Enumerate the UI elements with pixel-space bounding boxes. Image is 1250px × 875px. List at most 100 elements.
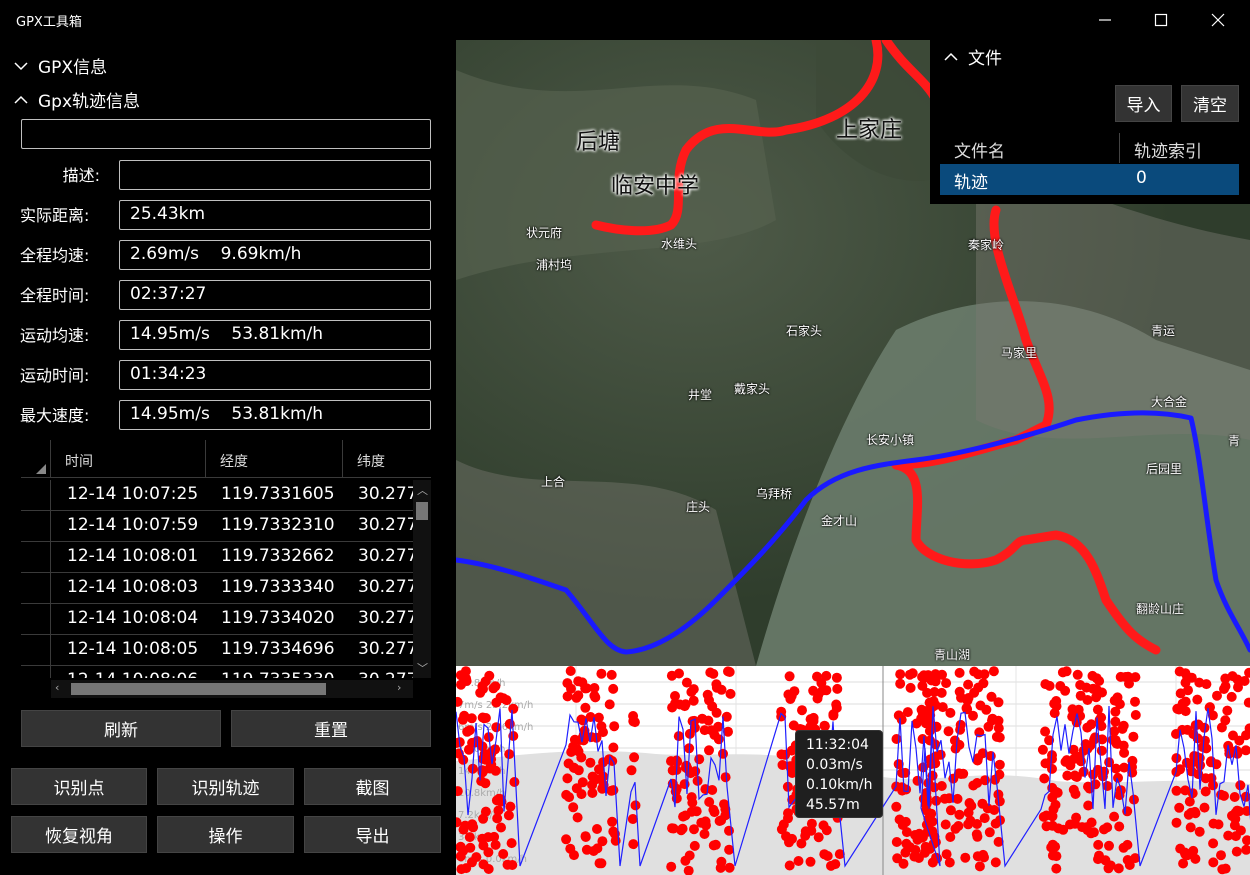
table-row[interactable]: 12-14 10:07:25 119.7331605 30.277 [21,480,413,511]
file-row[interactable]: 轨迹 0 [940,164,1239,195]
maximize-button[interactable] [1133,0,1189,40]
cell-longitude: 119.7335330 [221,670,335,678]
table-row[interactable]: 12-14 10:07:59 119.7332310 30.277 [21,511,413,542]
row-header[interactable] [21,542,51,573]
section-track-info[interactable]: Gpx轨迹信息 [12,87,140,112]
row-header[interactable] [21,666,51,678]
vertical-scroll-thumb[interactable] [416,502,428,520]
description-input[interactable] [119,160,431,190]
speed-point [1189,806,1200,817]
speed-point [1047,811,1058,822]
close-button[interactable] [1190,0,1246,40]
track-name-input[interactable] [21,119,431,149]
total-time-field[interactable]: 02:37:27 [119,280,431,310]
import-button[interactable]: 导入 [1115,85,1172,122]
speed-point [945,805,956,816]
table-row[interactable]: 12-14 10:08:06 119.7335330 30.277 [21,666,413,678]
speed-point [1096,745,1107,756]
speed-point [498,693,509,704]
column-header-time[interactable]: 时间 [51,440,206,478]
speed-point [895,669,906,680]
speed-point [1044,680,1055,691]
speed-point [725,688,736,699]
scroll-left-icon[interactable]: ‹ [55,681,59,694]
table-vertical-scrollbar[interactable]: ︿ ﹀ [413,480,431,678]
cell-longitude: 119.7333340 [221,577,335,597]
row-header[interactable] [21,635,51,666]
speed-point [1174,802,1185,813]
speed-point [974,861,985,872]
speed-point [467,819,478,830]
speed-point [797,705,807,716]
column-header-filename[interactable]: 文件名 [940,133,1120,163]
speed-point [891,801,902,812]
speed-point [609,721,620,732]
table-row[interactable]: 12-14 10:08:05 119.7334696 30.277 [21,635,413,666]
speed-point [1130,696,1140,707]
scroll-right-icon[interactable]: › [397,681,401,694]
speed-point [1199,802,1210,813]
speed-point [1220,673,1231,684]
speed-point [687,797,698,808]
export-button[interactable]: 导出 [304,816,441,853]
cell-longitude: 119.7332310 [221,515,335,535]
map-label: 庄头 [686,500,711,514]
scroll-down-icon[interactable]: ﹀ [417,660,428,676]
speed-point [962,695,973,706]
map-label: 上家庄 [836,118,903,143]
file-panel-header[interactable]: 文件 [942,44,1002,69]
avg-speed-field[interactable]: 2.69m/s 9.69km/h [119,240,431,270]
section-gpx-info[interactable]: GPX信息 [12,53,107,78]
clear-button[interactable]: 清空 [1181,85,1239,122]
screenshot-button[interactable]: 截图 [304,768,441,805]
speed-point [1083,800,1094,811]
table-row[interactable]: 12-14 10:08:04 119.7334020 30.277 [21,604,413,635]
file-name-cell: 轨迹 [954,173,988,193]
max-speed-field[interactable]: 14.95m/s 53.81km/h [119,400,431,430]
select-all-corner[interactable] [21,440,51,478]
speed-point [576,752,587,763]
speed-point [1226,691,1237,702]
distance-field[interactable]: 25.43km [119,200,431,230]
horizontal-scroll-thumb[interactable] [71,683,326,695]
speed-point [720,810,731,821]
speed-point [891,837,902,847]
speed-point [1040,726,1051,737]
row-header[interactable] [21,511,51,542]
scroll-up-icon[interactable]: ︿ [417,482,428,498]
minimize-button[interactable] [1077,0,1133,40]
row-header[interactable] [21,480,51,511]
speed-point [895,678,906,689]
speed-point [936,781,947,791]
tooltip-speed-kmh: 0.10km/h [806,777,873,793]
column-header-latitude[interactable]: 纬度 [343,440,431,478]
refresh-button[interactable]: 刷新 [21,710,221,747]
restore-view-button[interactable]: 恢复视角 [11,816,147,853]
speed-point [704,745,714,756]
speed-point [592,824,602,834]
column-header-track-index[interactable]: 轨迹索引 [1120,133,1239,163]
field-label-moving-speed: 运动均速: [20,326,90,345]
speed-point [580,831,591,842]
reset-button[interactable]: 重置 [231,710,431,747]
detect-points-button[interactable]: 识别点 [11,768,147,805]
speed-point [573,765,584,776]
speed-point [466,713,477,724]
cell-longitude: 119.7332662 [221,546,335,566]
row-header[interactable] [21,604,51,635]
table-row[interactable]: 12-14 10:08:01 119.7332662 30.277 [21,542,413,573]
table-horizontal-scrollbar[interactable]: ‹ › [51,680,413,698]
row-header[interactable] [21,573,51,604]
map-label: 上合 [541,475,566,489]
detect-track-button[interactable]: 识别轨迹 [157,768,294,805]
speed-point [686,687,697,697]
speed-point [1102,781,1113,791]
cell-time: 12-14 10:07:59 [67,515,199,535]
operate-button[interactable]: 操作 [157,816,294,853]
column-header-longitude[interactable]: 经度 [206,440,343,478]
moving-time-field[interactable]: 01:34:23 [119,360,431,390]
speed-point [968,780,979,791]
table-row[interactable]: 12-14 10:08:03 119.7333340 30.277 [21,573,413,604]
moving-speed-field[interactable]: 14.95m/s 53.81km/h [119,320,431,350]
speed-point [897,768,908,778]
